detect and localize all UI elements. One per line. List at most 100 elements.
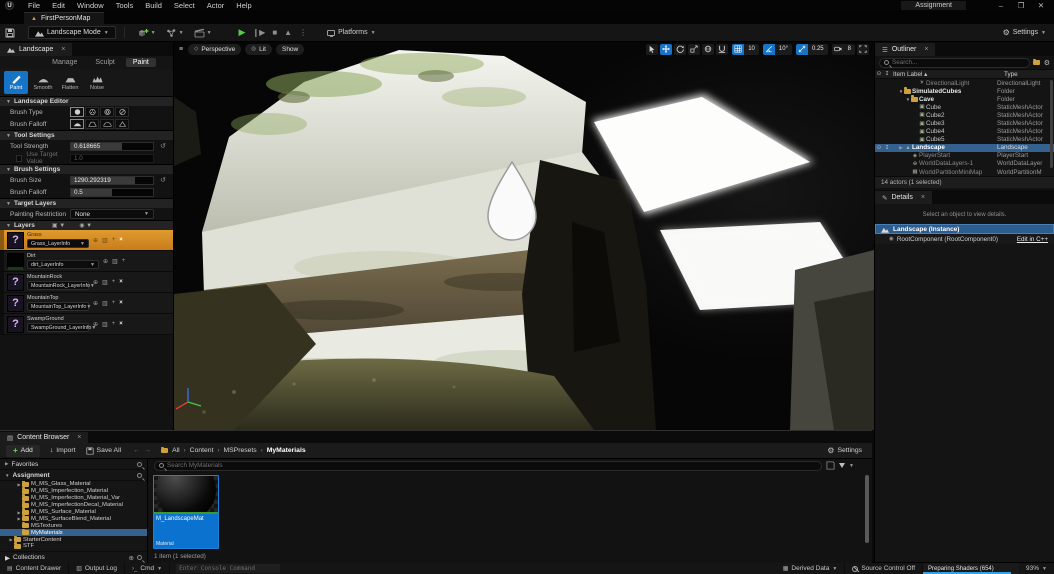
- save-search-icon[interactable]: [826, 461, 835, 470]
- back-icon[interactable]: ←: [133, 447, 140, 454]
- outliner-row-cube5[interactable]: ▣Cube5StaticMeshActor: [875, 136, 1054, 144]
- grid-snap-control[interactable]: 10: [732, 44, 759, 55]
- minimize-button[interactable]: –: [994, 1, 1008, 10]
- outliner-row-directionallight[interactable]: ☀DirectionalLightDirectionalLight: [875, 79, 1054, 87]
- outliner-row-cube2[interactable]: ▣Cube2StaticMeshActor: [875, 111, 1054, 119]
- pin-icon[interactable]: ↧: [883, 145, 891, 151]
- remove-layer-icon[interactable]: ×: [119, 237, 123, 243]
- add-button[interactable]: + Add: [6, 445, 40, 457]
- scale-tool-button[interactable]: [688, 44, 700, 55]
- asset-view-scrollbar[interactable]: [865, 475, 869, 543]
- reset-to-default-icon[interactable]: ↺: [160, 142, 166, 150]
- brush-type-circle-alpha[interactable]: [85, 107, 99, 117]
- move-tool-button[interactable]: [660, 44, 672, 55]
- save-all-button[interactable]: Save All: [86, 447, 122, 455]
- layer-info-dropdown[interactable]: MountainRock_LayerInfo▼: [27, 281, 89, 290]
- forward-icon[interactable]: →: [144, 447, 151, 454]
- brush-type-circle-component[interactable]: [115, 107, 129, 117]
- brush-falloff-falloff-sphere[interactable]: [100, 119, 114, 129]
- layer-row-mountainrock[interactable]: ?MountainRockMountainRock_LayerInfo▼⊕▥+×: [0, 272, 173, 293]
- layer-sort-dropdown[interactable]: ▣ ▼: [52, 222, 65, 229]
- search-icon[interactable]: [137, 555, 142, 560]
- tab-firstpersonmap[interactable]: ▲ FirstPersonMap: [24, 12, 104, 24]
- add-collection-icon[interactable]: ⊕: [129, 554, 134, 562]
- add-layer-icon[interactable]: +: [112, 321, 116, 327]
- close-icon[interactable]: ×: [924, 46, 928, 53]
- import-button[interactable]: ↓ Import: [50, 447, 76, 454]
- section-landscape-editor[interactable]: ▼Landscape Editor: [0, 96, 173, 106]
- brush-falloff-falloff-linear[interactable]: [85, 119, 99, 129]
- menu-select[interactable]: Select: [168, 1, 201, 10]
- landscape-panel-tab[interactable]: Landscape ×: [0, 43, 72, 56]
- skip-button[interactable]: ❙▶: [252, 28, 265, 37]
- folder-item-mymaterials[interactable]: MyMaterials: [0, 529, 147, 536]
- outliner-search-input[interactable]: [892, 59, 1025, 66]
- layer-row-dirt[interactable]: Dirtdirt_LayerInfo▼⊕▥+: [0, 251, 173, 272]
- scale-snap-control[interactable]: 0.25: [796, 44, 828, 55]
- breadcrumb-content[interactable]: Content: [190, 447, 214, 454]
- outliner-scrollbar[interactable]: [1050, 80, 1053, 168]
- content-browser-settings-button[interactable]: ⚙ Settings: [827, 446, 862, 455]
- layer-drag-handle[interactable]: [0, 230, 4, 250]
- filter-funnel-icon[interactable]: [839, 463, 845, 468]
- remove-layer-icon[interactable]: ×: [119, 321, 123, 327]
- outliner-row-cube4[interactable]: ▣Cube4StaticMeshActor: [875, 128, 1054, 136]
- play-button[interactable]: ▶: [239, 27, 246, 38]
- outliner-settings-icon[interactable]: ⚙: [1044, 59, 1050, 67]
- select-tool-button[interactable]: [646, 44, 658, 55]
- add-layer-icon[interactable]: +: [112, 279, 116, 285]
- favorites-section[interactable]: ▶ Favorites: [0, 459, 147, 470]
- settings-button[interactable]: ⚙ Settings ▼: [1003, 28, 1046, 37]
- brush-falloff-falloff-tip[interactable]: [115, 119, 129, 129]
- edit-in-cpp-link[interactable]: Edit in C++: [1017, 236, 1048, 243]
- asset-search[interactable]: [154, 461, 822, 471]
- assign-layer-icon[interactable]: ▥: [102, 237, 108, 244]
- tab-manage[interactable]: Manage: [45, 58, 84, 67]
- chevron-down-icon[interactable]: ▼: [849, 463, 854, 469]
- outliner-row-landscape[interactable]: ⊙↧▶▲LandscapeLandscape: [875, 144, 1054, 152]
- viewport[interactable]: ≡ ◇ Perspective ◎ Lit Show: [174, 42, 874, 430]
- output-log-button[interactable]: ▥ Output Log: [69, 563, 125, 574]
- breadcrumb-mspresets[interactable]: MSPresets: [223, 447, 256, 454]
- visibility-eye-icon[interactable]: ⊙: [875, 145, 883, 151]
- outliner-row-playerstart[interactable]: ◈PlayerStartPlayerStart: [875, 152, 1054, 160]
- breadcrumb-all[interactable]: All: [172, 447, 180, 454]
- tool-strength-input[interactable]: 0.618665: [70, 142, 154, 151]
- view-mode-selector[interactable]: ◎ Lit: [245, 44, 272, 55]
- viewport-menu-icon[interactable]: ≡: [179, 46, 183, 53]
- create-layer-info-icon[interactable]: ⊕: [103, 258, 108, 265]
- play-options-kebab-icon[interactable]: ⋮: [299, 28, 307, 37]
- menu-edit[interactable]: Edit: [46, 1, 71, 10]
- tool-flatten[interactable]: Flatten: [58, 71, 82, 94]
- pin-column-icon[interactable]: ↧: [883, 71, 891, 77]
- layer-info-dropdown[interactable]: dirt_LayerInfo▼: [27, 260, 99, 269]
- content-drawer-button[interactable]: ▤ Content Drawer: [0, 563, 69, 574]
- brush-size-input[interactable]: 1290.292319: [70, 176, 154, 185]
- outliner-row-cube3[interactable]: ▣Cube3StaticMeshActor: [875, 119, 1054, 127]
- camera-icon[interactable]: [832, 44, 844, 55]
- source-control-button[interactable]: Source Control Off: [845, 563, 923, 574]
- close-icon[interactable]: ×: [61, 46, 65, 53]
- console-command-input[interactable]: [176, 564, 280, 573]
- details-object-row[interactable]: Landscape (Instance): [875, 224, 1054, 234]
- tool-noise[interactable]: Noise: [85, 71, 109, 94]
- brush-type-circle-solid[interactable]: [70, 107, 84, 117]
- camera-speed-control[interactable]: 8: [832, 44, 855, 55]
- grid-snap-icon[interactable]: [732, 44, 744, 55]
- layer-info-dropdown[interactable]: MountainTop_LayerInfo▼: [27, 302, 89, 311]
- brush-type-circle-pattern[interactable]: [100, 107, 114, 117]
- show-menu[interactable]: Show: [276, 44, 304, 55]
- layer-info-dropdown[interactable]: SwampGround_LayerInfo▼: [27, 323, 89, 332]
- tool-smooth[interactable]: Smooth: [31, 71, 55, 94]
- breadcrumb-mymaterials[interactable]: MyMaterials: [267, 447, 306, 454]
- type-column[interactable]: Type: [1002, 71, 1054, 78]
- asset-tile-m-landscapemat[interactable]: M_LandscapeMat Material: [153, 475, 219, 549]
- assignment-root-section[interactable]: ▼ Assignment: [0, 470, 147, 481]
- outliner-row-worlddatalayers-1[interactable]: ⊕WorldDataLayers-1WorldDataLayer: [875, 160, 1054, 168]
- outliner-search[interactable]: [879, 58, 1030, 68]
- create-layer-info-icon[interactable]: ⊕: [93, 321, 98, 328]
- menu-actor[interactable]: Actor: [201, 1, 231, 10]
- visibility-column-icon[interactable]: ⊙: [875, 71, 883, 77]
- details-tab[interactable]: ✎ Details ×: [875, 191, 932, 204]
- close-button[interactable]: ✕: [1034, 1, 1048, 10]
